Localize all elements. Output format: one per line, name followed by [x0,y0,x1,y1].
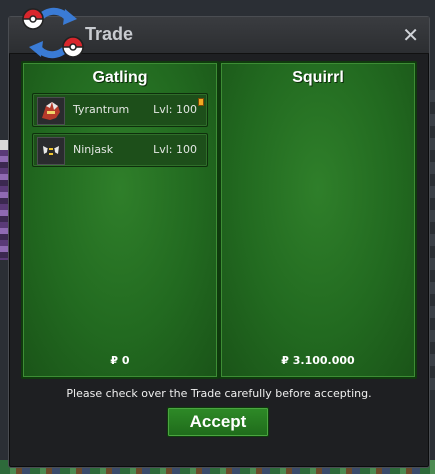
accept-button[interactable]: Accept [167,407,269,437]
offer-panel-right: Squirrl ₽ 3.100.000 [219,61,417,379]
offered-money: ₽ 0 [110,354,130,367]
trade-notice: Please check over the Trade carefully be… [66,387,372,400]
offered-money: ₽ 3.100.000 [281,354,355,367]
pokemon-level: Lvl: 100 [153,143,197,156]
trade-window: Trade ✕ Gatling Tyrantrum Lvl: 100 Ninja… [8,7,430,468]
tyrantrum-sprite-icon [37,97,65,125]
trade-slot-ninjask[interactable]: Ninjask Lvl: 100 [32,133,208,167]
player-name: Squirrl [292,69,344,86]
window-title: Trade [85,24,134,44]
trade-slot-tyrantrum[interactable]: Tyrantrum Lvl: 100 [32,93,208,127]
ninjask-sprite-icon [37,137,65,165]
close-icon[interactable]: ✕ [402,23,419,47]
pokemon-name: Tyrantrum [73,103,130,116]
player-name: Gatling [92,69,148,86]
offer-panel-left: Gatling Tyrantrum Lvl: 100 Ninjask Lvl: … [21,61,219,379]
pokemon-level: Lvl: 100 [153,103,197,116]
pokeball-swap-icon [22,7,84,59]
pokemon-name: Ninjask [73,143,114,156]
held-item-marker-icon [198,98,204,106]
